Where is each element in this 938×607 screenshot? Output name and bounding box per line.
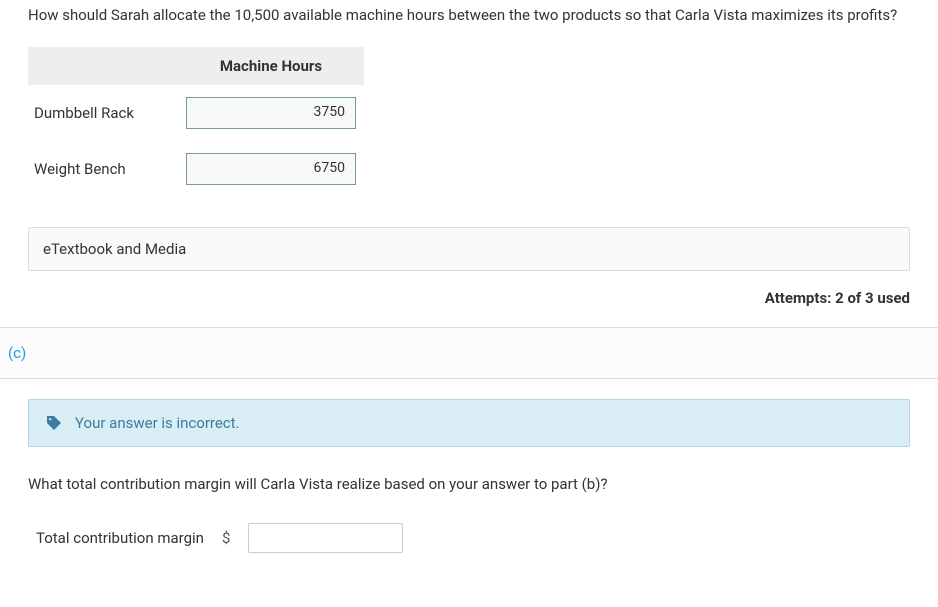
row-value: 3750 — [186, 97, 356, 129]
question-text-c: What total contribution margin will Carl… — [28, 473, 910, 496]
incorrect-alert: Your answer is incorrect. — [28, 399, 910, 447]
contribution-margin-row: Total contribution margin $ — [28, 523, 910, 553]
section-c-header: (c) — [0, 327, 938, 379]
contribution-margin-label: Total contribution margin — [36, 529, 204, 547]
question-text-b: How should Sarah allocate the 10,500 ava… — [0, 0, 938, 37]
table-header-hours: Machine Hours — [178, 47, 364, 85]
etextbook-media-button[interactable]: eTextbook and Media — [28, 227, 910, 271]
row-label: Weight Bench — [28, 141, 178, 197]
machine-hours-table-container: Machine Hours Dumbbell Rack 3750 Weight … — [0, 37, 938, 217]
machine-hours-table: Machine Hours Dumbbell Rack 3750 Weight … — [28, 47, 364, 197]
table-row: Dumbbell Rack 3750 — [28, 85, 364, 141]
table-row: Weight Bench 6750 — [28, 141, 364, 197]
alert-message: Your answer is incorrect. — [75, 414, 240, 432]
row-value: 6750 — [186, 153, 356, 185]
contribution-margin-input[interactable] — [248, 523, 403, 553]
section-c-content: Your answer is incorrect. What total con… — [0, 379, 938, 564]
section-c-label: (c) — [0, 328, 938, 378]
row-label: Dumbbell Rack — [28, 85, 178, 141]
attempts-counter: Attempts: 2 of 3 used — [0, 281, 938, 327]
currency-symbol: $ — [222, 529, 230, 547]
tag-icon — [45, 414, 63, 432]
table-header-blank — [28, 47, 178, 85]
